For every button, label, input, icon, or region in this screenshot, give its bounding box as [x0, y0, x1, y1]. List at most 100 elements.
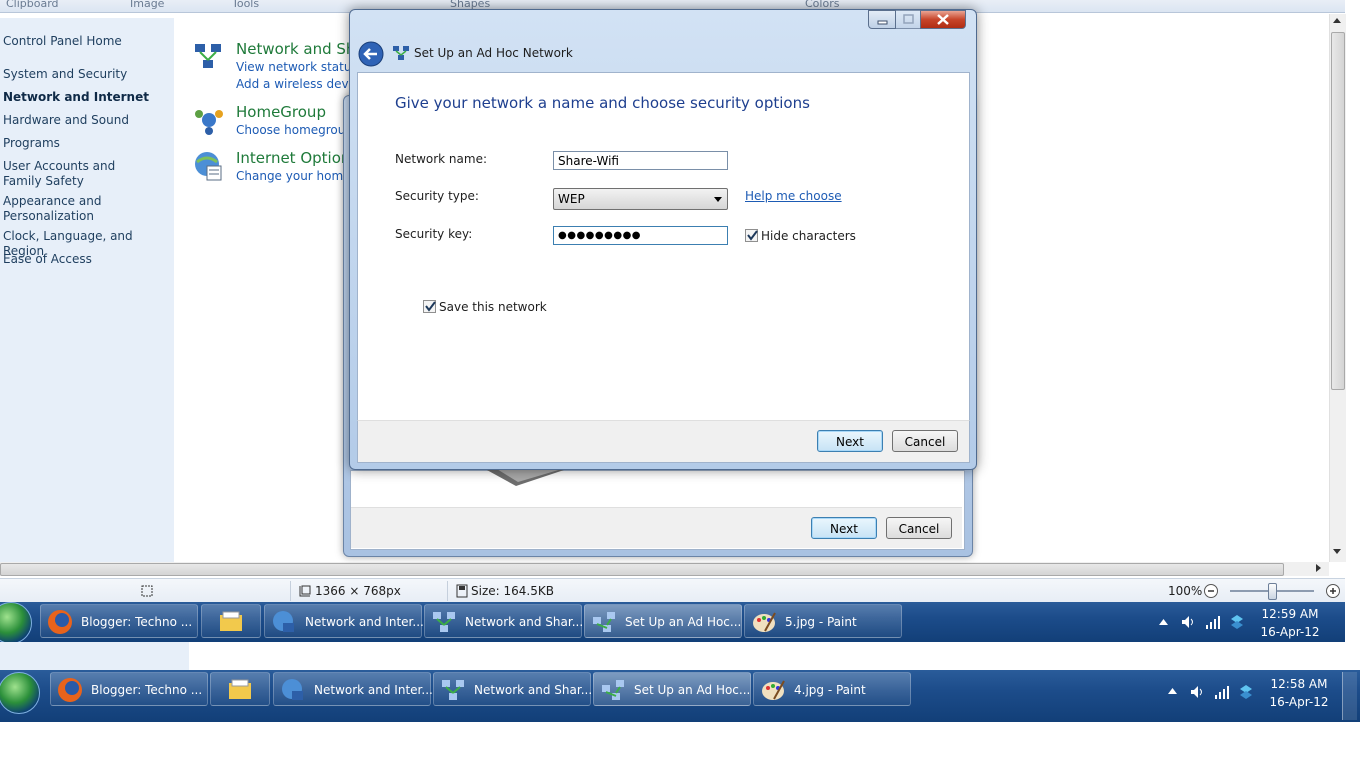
show-hidden-icons-icon[interactable] — [1168, 688, 1177, 694]
category-title-network-sharing[interactable]: Network and Sh — [236, 40, 355, 58]
wireless-signal-icon[interactable] — [1205, 615, 1221, 629]
background-cancel-button[interactable]: Cancel — [886, 517, 952, 539]
homegroup-icon — [195, 110, 223, 135]
control-panel-sidebar: Control Panel Home System and Security N… — [0, 18, 174, 562]
scroll-right-icon[interactable] — [1316, 564, 1322, 572]
zoom-in-icon[interactable] — [1325, 583, 1341, 599]
link-choose-homegroup[interactable]: Choose homegroup — [236, 123, 353, 137]
minimize-button[interactable] — [868, 10, 896, 29]
cancel-button[interactable]: Cancel — [892, 430, 958, 452]
next-button[interactable]: Next — [817, 430, 883, 452]
horizontal-scrollbar-thumb[interactable] — [0, 563, 1284, 576]
sidebar-item-ease-access[interactable]: Ease of Access — [3, 252, 92, 267]
sidebar-item-user-accounts[interactable]: User Accounts and Family Safety — [3, 159, 153, 189]
taskbar-item-label: Set Up an Ad Hoc... — [634, 683, 751, 697]
adhoc-network-icon — [602, 680, 624, 700]
taskbar-bottom-item-network-internet[interactable]: Network and Inter... — [273, 672, 433, 706]
sidebar-item-network-internet[interactable]: Network and Internet — [3, 90, 149, 105]
ribbon-group-clipboard: Clipboard — [6, 0, 59, 10]
zoom-out-icon[interactable] — [1203, 583, 1219, 599]
maximize-icon — [903, 14, 914, 24]
back-arrow-icon[interactable] — [358, 41, 384, 67]
network-tray-icon[interactable] — [1229, 614, 1245, 630]
internet-options-icon — [195, 152, 222, 181]
hide-characters-label: Hide characters — [761, 229, 856, 243]
taskbar-item-label: Blogger: Techno ... — [91, 683, 203, 697]
background-next-button[interactable]: Next — [811, 517, 877, 539]
security-type-select[interactable]: WEP — [553, 188, 728, 210]
paint-icon — [762, 680, 785, 700]
taskbar-item-label: Set Up an Ad Hoc... — [625, 615, 742, 629]
taskbar-item-label: Network and Inter... — [305, 615, 424, 629]
vertical-scrollbar-thumb[interactable] — [1331, 32, 1345, 390]
sidebar-item-hardware-sound[interactable]: Hardware and Sound — [3, 113, 129, 128]
sidebar-item-programs[interactable]: Programs — [3, 136, 60, 151]
taskbar-item-explorer[interactable] — [201, 604, 261, 638]
taskbar-item-network-sharing[interactable]: Network and Shar... — [424, 604, 583, 638]
taskbar-item-label: Network and Inter... — [314, 683, 433, 697]
network-internet-icon — [273, 611, 294, 632]
clock-time-bottom[interactable]: 12:58 AM — [1264, 676, 1334, 692]
taskbar-item-network-internet[interactable]: Network and Inter... — [264, 604, 424, 638]
chevron-down-icon — [714, 197, 722, 202]
category-title-homegroup[interactable]: HomeGroup — [236, 103, 326, 121]
show-hidden-icons-icon[interactable] — [1159, 619, 1168, 625]
category-title-internet-options[interactable]: Internet Option — [236, 149, 350, 167]
close-button[interactable] — [920, 10, 966, 29]
dialog-heading: Give your network a name and choose secu… — [395, 94, 810, 112]
link-change-homepage[interactable]: Change your homep — [236, 169, 358, 183]
image-dimensions: 1366 × 768px — [315, 584, 401, 598]
taskbar-bottom-item-explorer[interactable] — [210, 672, 270, 706]
sidebar-item-appearance[interactable]: Appearance and Personalization — [3, 194, 123, 224]
scroll-up-icon[interactable] — [1333, 17, 1341, 23]
security-key-label: Security key: — [395, 227, 473, 241]
adhoc-network-icon — [593, 612, 615, 632]
save-network-checkbox[interactable] — [423, 300, 436, 313]
network-name-input[interactable] — [553, 151, 728, 170]
zoom-slider-thumb[interactable] — [1268, 583, 1277, 600]
taskbar-item-paint[interactable]: 5.jpg - Paint — [744, 604, 902, 638]
file-size-icon — [456, 584, 468, 598]
close-icon — [937, 14, 949, 25]
paint-icon — [753, 612, 776, 632]
checkmark-icon — [747, 230, 758, 241]
minimize-icon — [877, 20, 888, 25]
taskbar-item-adhoc[interactable]: Set Up an Ad Hoc... — [584, 604, 742, 638]
taskbar-bottom-item-firefox[interactable]: Blogger: Techno ... — [50, 672, 208, 706]
taskbar-item-firefox[interactable]: Blogger: Techno ... — [40, 604, 198, 638]
network-name-label: Network name: — [395, 152, 487, 166]
start-button[interactable] — [0, 602, 32, 642]
show-desktop-button[interactable] — [1342, 672, 1357, 720]
volume-icon[interactable] — [1190, 685, 1204, 699]
sidebar-fragment — [0, 642, 189, 670]
file-size: Size: 164.5KB — [471, 584, 554, 598]
sidebar-item-home[interactable]: Control Panel Home — [3, 34, 122, 49]
taskbar-bottom-item-adhoc[interactable]: Set Up an Ad Hoc... — [593, 672, 751, 706]
network-tray-icon[interactable] — [1238, 684, 1254, 700]
network-sharing-icon — [442, 680, 464, 700]
network-sharing-icon — [433, 612, 455, 632]
start-button-bottom[interactable] — [0, 672, 40, 714]
clock-date[interactable]: 16-Apr-12 — [1255, 624, 1325, 640]
security-key-input[interactable]: ●●●●●●●●● — [553, 226, 728, 245]
link-add-wireless-device[interactable]: Add a wireless device — [236, 77, 366, 91]
volume-icon[interactable] — [1181, 615, 1195, 629]
save-network-label: Save this network — [439, 300, 547, 314]
sidebar-item-system-security[interactable]: System and Security — [3, 67, 127, 82]
help-me-choose-link[interactable]: Help me choose — [745, 189, 842, 203]
hide-characters-checkbox[interactable] — [745, 229, 758, 242]
file-explorer-icon — [229, 679, 251, 699]
selection-size-icon — [141, 585, 153, 597]
taskbar-item-label: Blogger: Techno ... — [81, 615, 193, 629]
taskbar-top: Blogger: Techno ... Network and Inter...… — [0, 602, 1345, 642]
scroll-down-icon[interactable] — [1333, 549, 1341, 555]
taskbar-bottom-item-network-sharing[interactable]: Network and Shar... — [433, 672, 593, 706]
taskbar-item-label: Network and Shar... — [474, 683, 593, 697]
image-dimensions-icon — [299, 585, 311, 597]
clock-time[interactable]: 12:59 AM — [1255, 606, 1325, 622]
taskbar-bottom: Blogger: Techno ... Network and Inter...… — [0, 670, 1360, 722]
clock-date-bottom[interactable]: 16-Apr-12 — [1264, 694, 1334, 710]
network-sharing-icon — [195, 44, 221, 68]
taskbar-bottom-item-paint[interactable]: 4.jpg - Paint — [753, 672, 911, 706]
wireless-signal-icon[interactable] — [1214, 685, 1230, 699]
